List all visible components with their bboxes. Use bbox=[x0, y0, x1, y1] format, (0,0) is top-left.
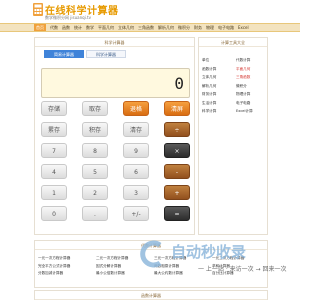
nav-item[interactable]: 微积分 bbox=[178, 24, 190, 31]
nav-item[interactable]: 解析几何 bbox=[158, 24, 174, 31]
sidebar-row: 解析几何 微积分 bbox=[202, 82, 270, 91]
functions-panel: 函数计算器 bbox=[34, 290, 268, 300]
calculator-display: 0 bbox=[41, 68, 190, 98]
sidebar-link[interactable]: 生活计算 bbox=[202, 99, 236, 108]
sidebar-link[interactable]: 三角函数 bbox=[236, 73, 270, 82]
nav-item[interactable]: 数学 bbox=[86, 24, 94, 31]
sidebar-link[interactable]: 函数计算 bbox=[202, 65, 236, 74]
sidebar-row: 财务计算 物理计算 bbox=[202, 90, 270, 99]
logo-icon bbox=[33, 3, 43, 16]
nav-item[interactable]: 统计 bbox=[74, 24, 82, 31]
nav-item[interactable]: 三角函数 bbox=[138, 24, 154, 31]
nav-item[interactable]: 財务 bbox=[194, 24, 202, 31]
calc-key[interactable]: 退格 bbox=[123, 101, 149, 116]
logo-subtitle: 数学微积分网 jisuanqi.tv bbox=[45, 15, 91, 20]
nav-item[interactable]: 物理 bbox=[206, 24, 214, 31]
watermark-logo-icon bbox=[140, 240, 162, 268]
calc-key[interactable]: 6 bbox=[123, 164, 149, 179]
calc-key[interactable]: +/- bbox=[123, 206, 149, 221]
calc-key[interactable]: 存储 bbox=[41, 101, 67, 116]
sidebar-link[interactable]: 电子电路 bbox=[236, 99, 270, 108]
sidebar-link[interactable]: 微积分 bbox=[236, 82, 270, 91]
algebra-link[interactable]: 一元一次方程计算器 bbox=[38, 256, 96, 262]
sidebar-link[interactable]: Excel计算 bbox=[236, 107, 270, 116]
nav-item[interactable]: 平面几何 bbox=[98, 24, 114, 31]
nav-item[interactable]: 代数 bbox=[50, 24, 58, 31]
sidebar-link[interactable]: 物理计算 bbox=[236, 90, 270, 99]
calc-key[interactable]: 清存 bbox=[123, 122, 149, 137]
sidebar-link[interactable]: 单位 bbox=[202, 56, 236, 65]
calc-key[interactable]: 0 bbox=[41, 206, 67, 221]
calc-key[interactable]: × bbox=[164, 143, 190, 158]
sidebar-link[interactable] bbox=[202, 116, 236, 125]
watermark-overlay: 自动秒收录 一 上一站 · 来访一次 → 回来一次 bbox=[138, 239, 286, 273]
calc-key[interactable]: 7 bbox=[41, 143, 67, 158]
nav-item[interactable]: 电子电路 bbox=[218, 24, 234, 31]
sidebar-row: 立体几何 三角函数 bbox=[202, 73, 270, 82]
calc-key[interactable]: 积存 bbox=[82, 122, 108, 137]
calc-key[interactable]: + bbox=[164, 185, 190, 200]
calc-key[interactable]: - bbox=[164, 164, 190, 179]
calc-key[interactable]: . bbox=[82, 206, 108, 221]
sidebar-link[interactable]: 财务计算 bbox=[202, 90, 236, 99]
nav-item[interactable]: 立体几何 bbox=[118, 24, 134, 31]
sidebar-title: 计算工具大全 bbox=[199, 38, 267, 47]
calculator-tabs: 简易计算器 科学计算器 bbox=[44, 50, 128, 58]
sidebar-link[interactable]: 代数计算 bbox=[236, 56, 270, 65]
calculator-panel-title: 科学计算器 bbox=[35, 38, 194, 47]
sidebar-row bbox=[202, 116, 270, 125]
calc-key[interactable]: = bbox=[164, 206, 190, 221]
sidebar-row: 函数计算 平面几何 bbox=[202, 65, 270, 74]
calc-key[interactable]: 8 bbox=[82, 143, 108, 158]
calc-key[interactable]: 累存 bbox=[41, 122, 67, 137]
calc-key[interactable]: 5 bbox=[82, 164, 108, 179]
calc-key[interactable]: 清屏 bbox=[164, 101, 190, 116]
site-header: 在线科学计算器 数学微积分网 jisuanqi.tv bbox=[0, 0, 300, 23]
calc-key[interactable]: 4 bbox=[41, 164, 67, 179]
sidebar-link[interactable] bbox=[236, 116, 270, 125]
sidebar-link[interactable]: 解析几何 bbox=[202, 82, 236, 91]
algebra-link[interactable]: 分数加减计算器 bbox=[38, 271, 96, 277]
sidebar-row: 单位 代数计算 bbox=[202, 56, 270, 65]
calc-key[interactable]: 1 bbox=[41, 185, 67, 200]
sidebar-list: 单位 代数计算 函数计算 平面几何 立体几何 三角函数 解析几何 微积分 财务计算 物理计算 生活计… bbox=[202, 56, 270, 124]
nav-item[interactable]: 函数 bbox=[62, 24, 70, 31]
main-nav: 首页 代数 函数 统计 数学 平面几何 立体几何 三角函数 解析几何 微积分 財务 物理 电子电路 Exc… bbox=[0, 23, 300, 32]
nav-item[interactable]: Excel bbox=[238, 24, 249, 31]
calc-key[interactable]: 2 bbox=[82, 185, 108, 200]
nav-item[interactable]: 首页 bbox=[34, 24, 46, 31]
sidebar-link[interactable]: 科学计算 bbox=[202, 107, 236, 116]
sidebar-row: 科学计算 Excel计算 bbox=[202, 107, 270, 116]
sidebar-link[interactable]: 平面几何 bbox=[236, 65, 270, 74]
watermark-title: 自动秒收录 bbox=[171, 243, 247, 261]
calc-key[interactable]: 3 bbox=[123, 185, 149, 200]
calc-key[interactable]: ÷ bbox=[164, 122, 190, 137]
tab-scientific-calculator[interactable]: 科学计算器 bbox=[86, 50, 126, 58]
sidebar-link[interactable]: 立体几何 bbox=[202, 73, 236, 82]
calc-key[interactable]: 取存 bbox=[82, 101, 108, 116]
tab-simple-calculator[interactable]: 简易计算器 bbox=[44, 50, 84, 58]
sidebar-row: 生活计算 电子电路 bbox=[202, 99, 270, 108]
page-root: 在线科学计算器 数学微积分网 jisuanqi.tv 首页 代数 函数 统计 数学 平面几… bbox=[0, 0, 300, 300]
calc-key[interactable]: 9 bbox=[123, 143, 149, 158]
functions-panel-title: 函数计算器 bbox=[35, 291, 267, 300]
algebra-link[interactable]: 完全平方公式计算器 bbox=[38, 264, 96, 270]
watermark-subtitle: 一 上一站 · 来访一次 → 回来一次 bbox=[198, 266, 287, 273]
